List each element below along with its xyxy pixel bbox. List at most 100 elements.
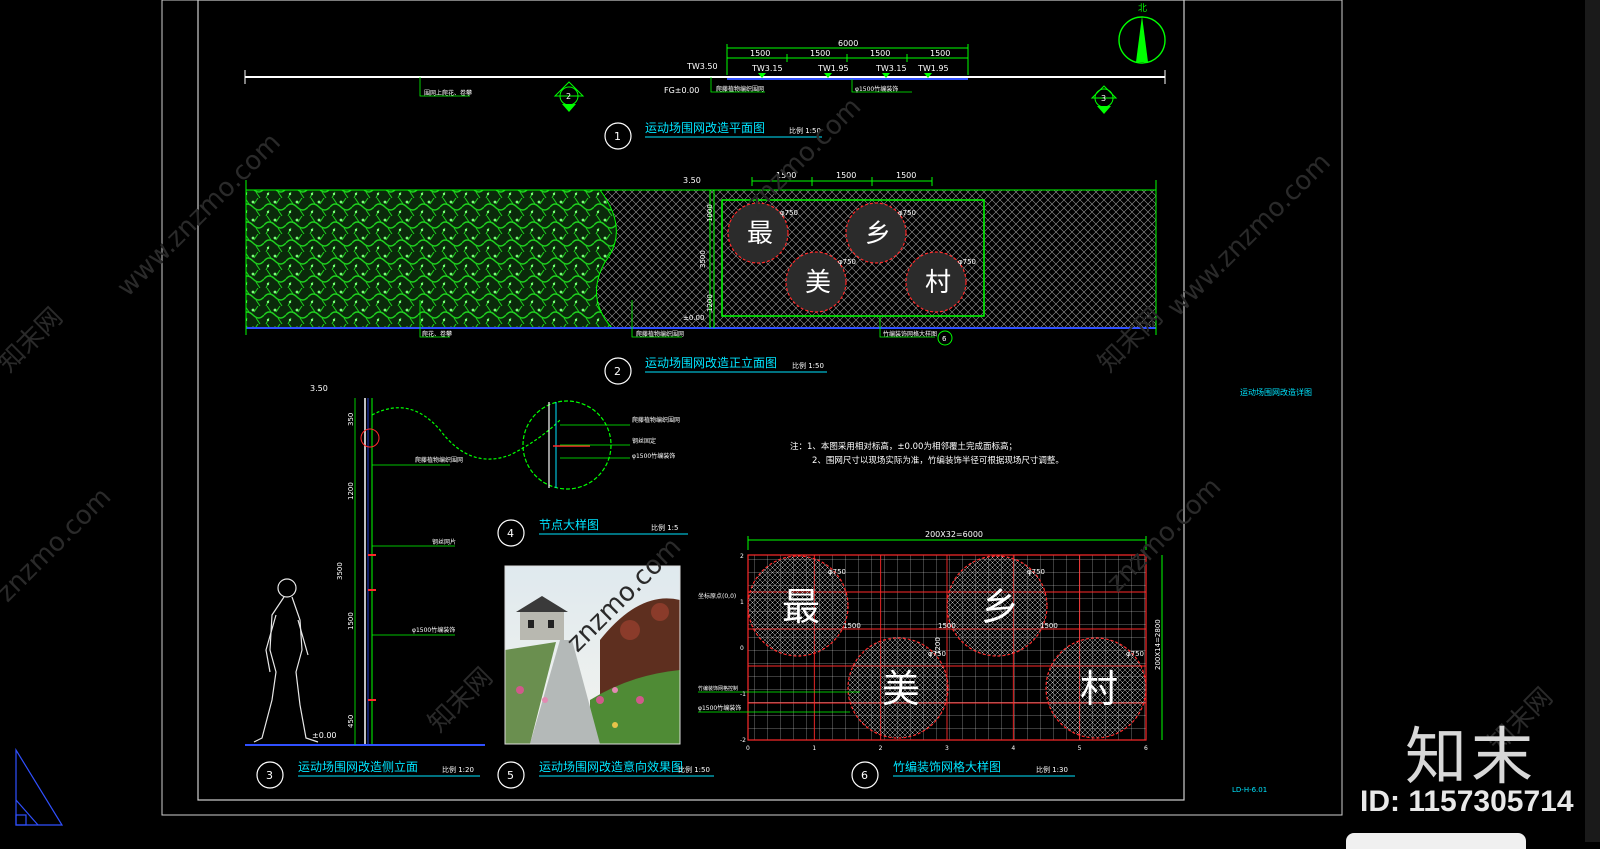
svg-text:比例 1:50: 比例 1:50 xyxy=(678,765,710,774)
svg-text:爬花、卷攀: 爬花、卷攀 xyxy=(422,330,452,338)
grid-decor-char: 村 xyxy=(1080,667,1118,711)
svg-text:1200: 1200 xyxy=(706,294,714,312)
svg-text:1200: 1200 xyxy=(934,637,942,655)
design-notes: 注：1、本图采用相对标高，±0.00为相邻覆土完成面标高； 2、围网尺寸以现场实… xyxy=(790,441,1064,466)
svg-text:450: 450 xyxy=(347,715,355,728)
front-decor-phi: φ750 xyxy=(838,258,856,266)
grid-decor-phi: φ750 xyxy=(1027,568,1045,576)
svg-text:1500: 1500 xyxy=(776,171,796,180)
svg-text:比例 1:30: 比例 1:30 xyxy=(1036,765,1068,774)
front-decor-char: 乡 xyxy=(865,219,891,249)
grid-detail-title: 竹编装饰网格大样图 xyxy=(893,759,1001,774)
front-decor-phi: φ750 xyxy=(958,258,976,266)
bamboo-grid-detail: 最φ750乡φ750美φ750村φ750 200X32=6000 200X14=… xyxy=(698,530,1163,789)
svg-text:6: 6 xyxy=(861,769,868,782)
ucs-icon xyxy=(15,747,64,826)
svg-text:爬藤植物编织围网: 爬藤植物编织围网 xyxy=(636,330,684,338)
svg-text:1500: 1500 xyxy=(870,49,890,58)
svg-text:2、围网尺寸以现场实际为准，竹编装饰半径可根据现场尺寸调整。: 2、围网尺寸以现场实际为准，竹编装饰半径可根据现场尺寸调整。 xyxy=(812,455,1064,466)
grid-decor-char: 乡 xyxy=(981,585,1019,629)
svg-text:钢丝网片: 钢丝网片 xyxy=(432,538,456,546)
front-decor-char: 美 xyxy=(805,268,831,298)
svg-text:1500: 1500 xyxy=(347,612,355,630)
brand-logo: 知末 xyxy=(1405,720,1538,793)
svg-text:爬藤植物编织围网: 爬藤植物编织围网 xyxy=(716,85,764,93)
svg-text:350: 350 xyxy=(347,413,355,426)
node-detail: 爬藤植物编织围网 钢丝固定 φ1500竹编装饰 4 节点大样图 比例 1:5 xyxy=(497,400,688,547)
svg-text:TW1.95: TW1.95 xyxy=(817,64,849,73)
plan-view: 6000 1500 1500 1500 1500 TW3.50 TW3.15 T… xyxy=(244,39,1166,150)
svg-text:FG±0.00: FG±0.00 xyxy=(664,86,699,95)
grid-y-tick: -2 xyxy=(740,737,746,744)
svg-text:比例 1:20: 比例 1:20 xyxy=(442,765,474,774)
svg-text:北: 北 xyxy=(1138,3,1147,14)
north-arrow: 北 xyxy=(1118,3,1166,64)
svg-text:比例 1:50: 比例 1:50 xyxy=(789,126,821,135)
human-scale-figure xyxy=(253,578,319,743)
vertical-scrollbar[interactable] xyxy=(1585,0,1600,842)
svg-text:TW3.15: TW3.15 xyxy=(751,64,783,73)
svg-text:±0.00: ±0.00 xyxy=(312,731,337,740)
svg-text:±0.00: ±0.00 xyxy=(683,314,704,322)
svg-text:3.50: 3.50 xyxy=(310,384,328,393)
svg-text:1500: 1500 xyxy=(836,171,856,180)
cad-drawing-canvas[interactable]: 运动场围网改造详图 LD-H-6.01 北 6000 1500 1500 150… xyxy=(0,0,1600,842)
side-elevation-title: 运动场围网改造侧立面 xyxy=(298,759,418,774)
svg-text:3.50: 3.50 xyxy=(683,176,701,185)
section-marker-2[interactable]: 2 xyxy=(553,81,585,112)
svg-text:2: 2 xyxy=(614,365,621,378)
front-decor-phi: φ750 xyxy=(780,209,798,217)
svg-text:φ1500竹编装饰: φ1500竹编装饰 xyxy=(855,85,898,93)
svg-text:1000: 1000 xyxy=(706,204,714,222)
svg-text:1500: 1500 xyxy=(938,622,956,630)
node-detail-title: 节点大样图 xyxy=(539,517,599,532)
svg-text:1500: 1500 xyxy=(930,49,950,58)
grid-decor-phi: φ750 xyxy=(828,568,846,576)
grid-x-tick: 5 xyxy=(1078,745,1082,752)
asset-id: ID: 1157305714 xyxy=(1360,785,1574,818)
taskbar-tab[interactable] xyxy=(1346,833,1526,849)
svg-text:6: 6 xyxy=(942,335,947,343)
effect-rendering-title: 运动场围网改造意向效果图 xyxy=(539,759,683,774)
svg-text:200X14=2800: 200X14=2800 xyxy=(1154,619,1162,670)
grid-x-tick: 6 xyxy=(1144,745,1148,752)
svg-text:1500: 1500 xyxy=(810,49,830,58)
effect-rendering: 5 运动场围网改造意向效果图 比例 1:50 xyxy=(497,565,714,789)
svg-text:注：1、本图采用相对标高，±0.00为相邻覆土完成面标高；: 注：1、本图采用相对标高，±0.00为相邻覆土完成面标高； xyxy=(790,441,1017,452)
svg-text:竹编装饰网格控制: 竹编装饰网格控制 xyxy=(698,685,738,692)
grid-decor-phi: φ750 xyxy=(1126,650,1144,658)
plan-total-dim: 6000 xyxy=(838,39,858,48)
grid-y-tick: 1 xyxy=(740,599,744,606)
section-marker-3[interactable]: 3 xyxy=(1090,85,1118,114)
svg-text:竹编装饰网格大样图: 竹编装饰网格大样图 xyxy=(883,330,937,338)
svg-text:1500: 1500 xyxy=(896,171,916,180)
svg-text:围网上爬花、卷攀: 围网上爬花、卷攀 xyxy=(424,89,472,97)
svg-text:2: 2 xyxy=(566,92,571,101)
grid-x-tick: 3 xyxy=(945,745,949,752)
svg-text:坐标原点(0,0): 坐标原点(0,0) xyxy=(698,592,736,600)
grid-decor-char: 最 xyxy=(782,585,820,629)
grid-y-tick: 0 xyxy=(740,645,744,652)
detail-marker-6[interactable]: 6 xyxy=(937,330,953,346)
svg-text:1200: 1200 xyxy=(347,482,355,500)
grid-x-tick: 0 xyxy=(746,745,750,752)
svg-text:φ1500竹编装饰: φ1500竹编装饰 xyxy=(412,626,455,634)
sheet-code: LD-H-6.01 xyxy=(1232,786,1267,794)
front-decor-char: 最 xyxy=(747,219,773,249)
svg-text:3500: 3500 xyxy=(336,562,344,580)
svg-text:5: 5 xyxy=(507,769,514,782)
svg-text:1500: 1500 xyxy=(1040,622,1058,630)
plan-title: 运动场围网改造平面图 xyxy=(645,121,765,135)
svg-text:φ1500竹编装饰: φ1500竹编装饰 xyxy=(632,452,675,460)
svg-text:1: 1 xyxy=(614,130,621,143)
svg-text:钢丝固定: 钢丝固定 xyxy=(632,437,656,445)
svg-text:爬藤植物编织围网: 爬藤植物编织围网 xyxy=(415,456,463,464)
svg-text:TW3.50: TW3.50 xyxy=(686,62,718,71)
svg-text:4: 4 xyxy=(507,527,514,540)
grid-decor-char: 美 xyxy=(882,667,920,711)
svg-text:TW3.15: TW3.15 xyxy=(875,64,907,73)
svg-text:1500: 1500 xyxy=(843,622,861,630)
grid-y-tick: 2 xyxy=(740,553,744,560)
svg-text:比例 1:50: 比例 1:50 xyxy=(792,361,824,370)
svg-text:3: 3 xyxy=(1101,94,1106,103)
